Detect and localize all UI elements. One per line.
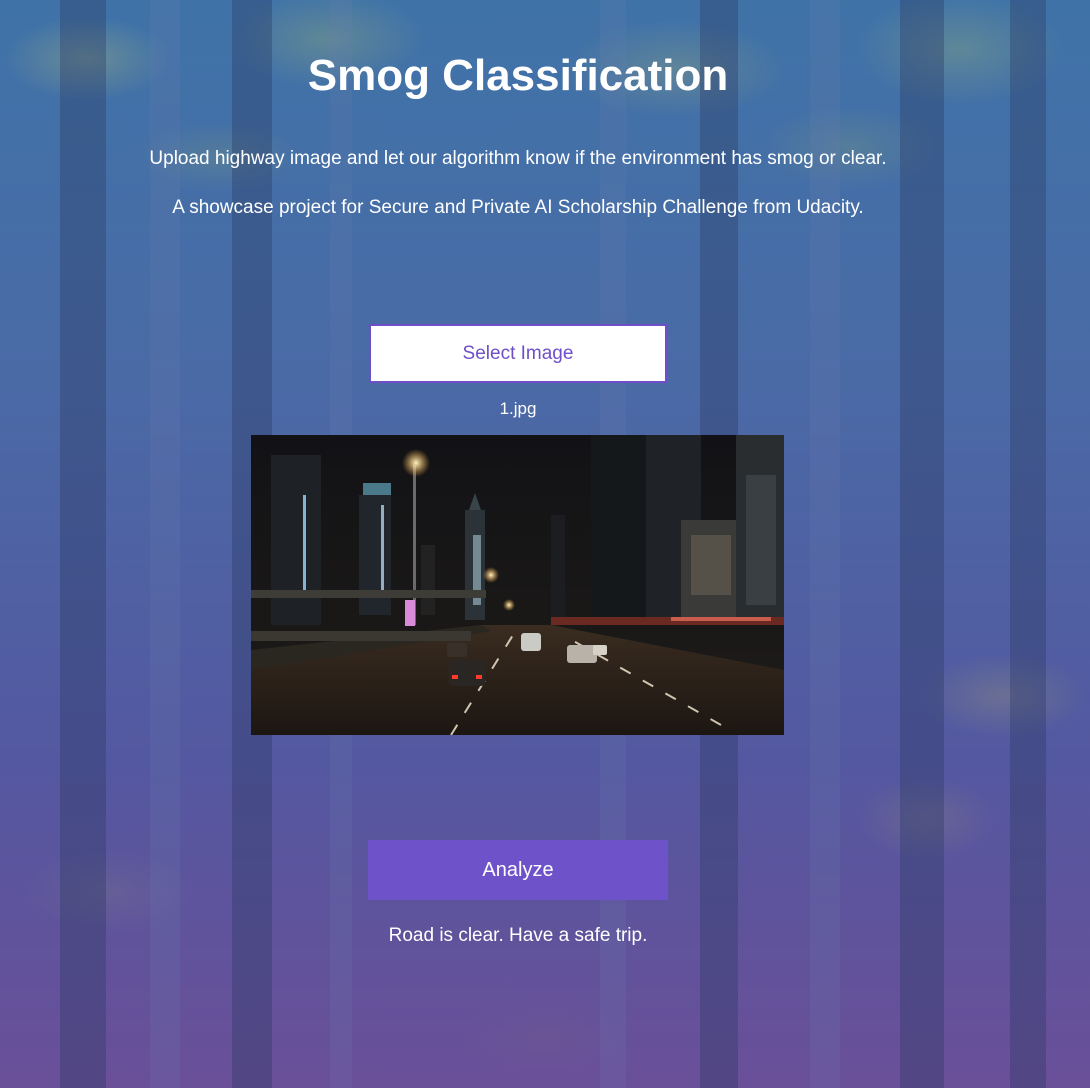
- page-subdescription: A showcase project for Secure and Privat…: [172, 197, 864, 218]
- select-image-button[interactable]: Select Image: [369, 324, 667, 383]
- uploaded-image-preview: [251, 435, 784, 735]
- app-container: Smog Classification Upload highway image…: [0, 0, 1090, 1088]
- selected-file-name: 1.jpg: [499, 399, 537, 418]
- classification-result: Road is clear. Have a safe trip.: [388, 925, 648, 946]
- page-description: Upload highway image and let our algorit…: [149, 148, 887, 169]
- analyze-button[interactable]: Analyze: [368, 840, 668, 900]
- page-title: Smog Classification: [307, 51, 729, 100]
